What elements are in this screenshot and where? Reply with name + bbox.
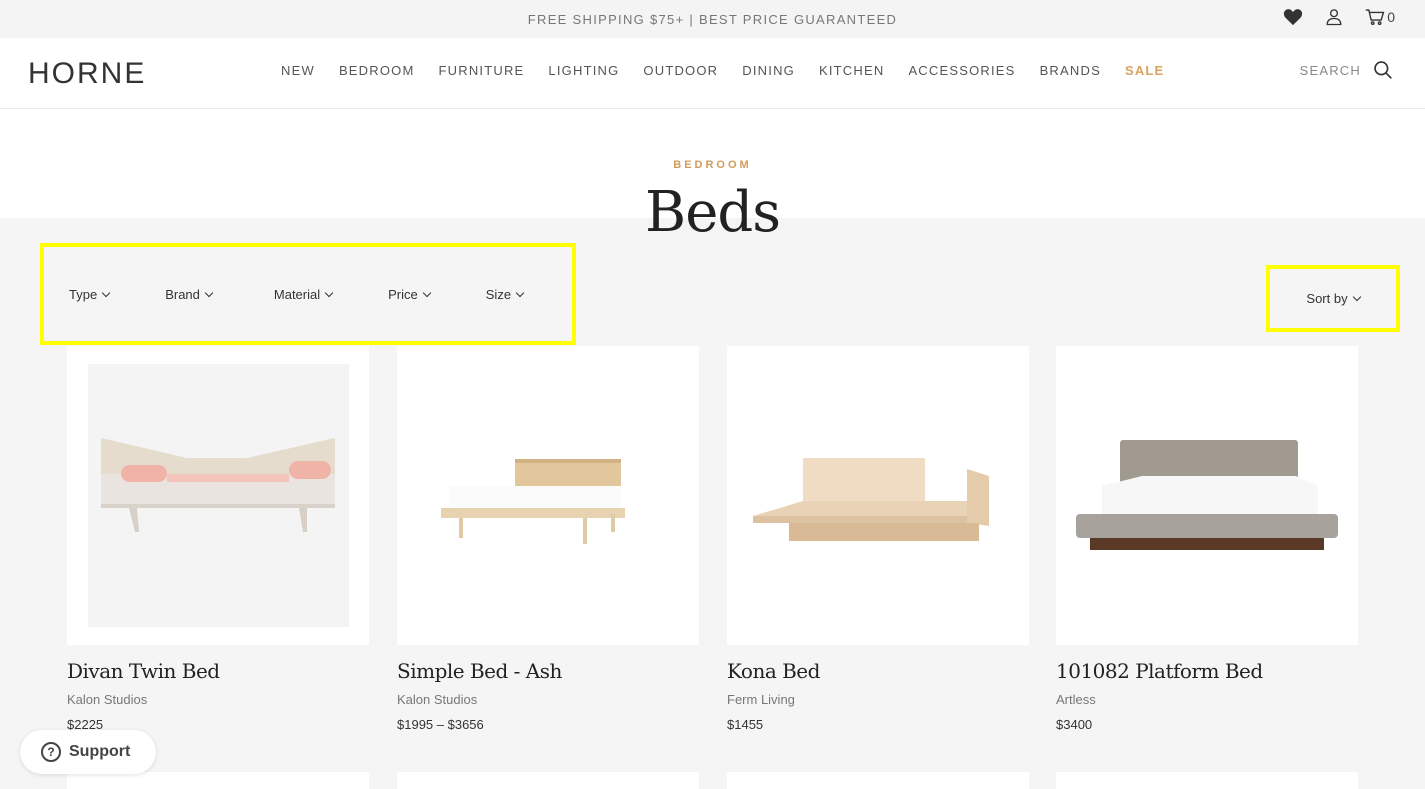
product-card[interactable]: 101082 Platform Bed Artless $3400 xyxy=(1056,346,1358,732)
product-image[interactable] xyxy=(727,346,1029,645)
cart-icon xyxy=(1365,9,1385,26)
breadcrumb-category[interactable]: BEDROOM xyxy=(0,159,1425,171)
support-label: Support xyxy=(69,743,131,760)
product-brand: Artless xyxy=(1056,692,1096,707)
nav-item-new[interactable]: NEW xyxy=(281,63,315,78)
product-name[interactable]: Kona Bed xyxy=(727,659,1029,683)
user-icon[interactable] xyxy=(1325,8,1343,26)
product-image[interactable] xyxy=(1056,346,1358,645)
product-name[interactable]: Simple Bed - Ash xyxy=(397,659,699,683)
filter-bar: Type Brand Material Price Size xyxy=(40,243,576,345)
help-icon: ? xyxy=(41,742,61,762)
chevron-down-icon xyxy=(1352,292,1361,302)
support-button[interactable]: ? Support xyxy=(20,730,156,774)
nav-item-furniture[interactable]: FURNITURE xyxy=(439,63,525,78)
site-header: HORNE NEW BEDROOM FURNITURE LIGHTING OUT… xyxy=(0,38,1425,109)
sort-dropdown[interactable]: Sort by xyxy=(1266,265,1400,332)
sort-label: Sort by xyxy=(1306,291,1348,306)
product-price: $1455 xyxy=(727,717,764,732)
nav-item-lighting[interactable]: LIGHTING xyxy=(548,63,619,78)
product-brand: Ferm Living xyxy=(727,692,795,707)
nav-item-bedroom[interactable]: BEDROOM xyxy=(339,63,415,78)
filter-type[interactable]: Type xyxy=(69,286,111,302)
top-icons: 0 xyxy=(1283,8,1395,26)
chevron-down-icon xyxy=(324,288,334,297)
site-logo[interactable]: HORNE xyxy=(28,57,146,91)
cart-button[interactable]: 0 xyxy=(1365,8,1395,26)
page-title: Beds xyxy=(645,180,781,245)
product-card-partial[interactable] xyxy=(1056,772,1358,789)
cart-count: 0 xyxy=(1387,9,1395,25)
product-price: $3400 xyxy=(1056,717,1093,732)
product-image[interactable] xyxy=(67,346,369,645)
product-card-partial[interactable] xyxy=(727,772,1029,789)
filter-material[interactable]: Material xyxy=(273,286,334,302)
product-brand: Kalon Studios xyxy=(397,692,478,707)
nav-item-outdoor[interactable]: OUTDOOR xyxy=(643,63,718,78)
filter-label: Price xyxy=(388,286,418,302)
filter-label: Brand xyxy=(165,286,200,302)
product-card-partial[interactable] xyxy=(67,772,369,789)
nav-item-kitchen[interactable]: KITCHEN xyxy=(819,63,884,78)
main-nav: NEW BEDROOM FURNITURE LIGHTING OUTDOOR D… xyxy=(281,63,1164,78)
filter-label: Material xyxy=(273,286,321,302)
product-price: $1995 – $3656 xyxy=(397,717,484,732)
chevron-down-icon xyxy=(515,288,525,297)
product-brand: Kalon Studios xyxy=(67,692,148,707)
filter-label: Size xyxy=(485,286,512,302)
search-button[interactable]: SEARCH xyxy=(1300,60,1393,80)
heart-icon[interactable] xyxy=(1283,8,1303,26)
chevron-down-icon xyxy=(101,288,111,297)
chevron-down-icon xyxy=(422,288,432,297)
search-icon xyxy=(1374,61,1392,79)
product-card-partial[interactable] xyxy=(397,772,699,789)
product-card[interactable]: Kona Bed Ferm Living $1455 xyxy=(727,346,1029,732)
filter-brand[interactable]: Brand xyxy=(165,286,214,302)
product-name[interactable]: 101082 Platform Bed xyxy=(1056,659,1358,683)
search-label: SEARCH xyxy=(1299,62,1361,78)
filter-label: Type xyxy=(69,286,98,302)
nav-item-brands[interactable]: BRANDS xyxy=(1040,63,1101,78)
nav-item-accessories[interactable]: ACCESSORIES xyxy=(908,63,1015,78)
announcement-text: FREE SHIPPING $75+ | BEST PRICE GUARANTE… xyxy=(527,11,898,27)
nav-item-dining[interactable]: DINING xyxy=(742,63,795,78)
product-image[interactable] xyxy=(397,346,699,645)
filter-price[interactable]: Price xyxy=(388,286,432,302)
announcement-bar: FREE SHIPPING $75+ | BEST PRICE GUARANTE… xyxy=(0,0,1425,38)
product-name[interactable]: Divan Twin Bed xyxy=(67,659,369,683)
product-card[interactable]: Simple Bed - Ash Kalon Studios $1995 – $… xyxy=(397,346,699,732)
chevron-down-icon xyxy=(204,288,214,297)
nav-item-sale[interactable]: SALE xyxy=(1125,63,1164,78)
product-card[interactable]: Divan Twin Bed Kalon Studios $2225 xyxy=(67,346,369,732)
filter-size[interactable]: Size xyxy=(485,286,525,302)
